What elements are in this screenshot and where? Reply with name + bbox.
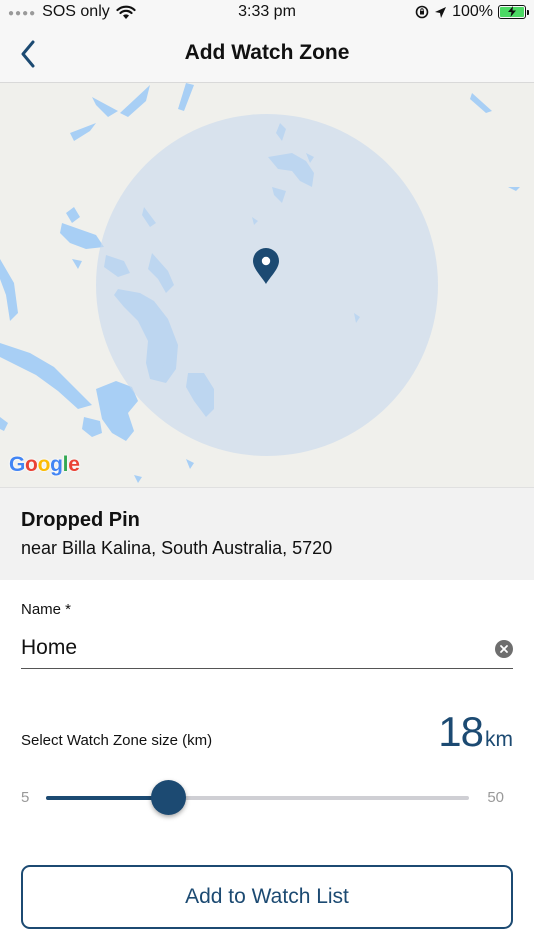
location-subtitle: near Billa Kalina, South Australia, 5720 [21, 538, 333, 558]
map-canvas[interactable] [0, 83, 534, 487]
size-readout: 18 km [438, 708, 513, 756]
zone-size-slider[interactable] [46, 780, 469, 816]
status-bar: ●●●● SOS only 3:33 pm 100% [0, 0, 534, 26]
name-input[interactable] [21, 628, 481, 668]
add-to-watch-list-button[interactable]: Add to Watch List [21, 865, 513, 929]
orientation-lock-icon [415, 5, 429, 19]
page-title: Add Watch Zone [184, 41, 350, 64]
size-label: Select Watch Zone size (km) [21, 732, 213, 749]
battery-charging-icon [498, 5, 529, 19]
size-unit: km [485, 728, 513, 751]
location-panel: Dropped Pin near Billa Kalina, South Aus… [0, 487, 534, 580]
slider-fill [46, 796, 168, 800]
slider-thumb[interactable] [151, 780, 186, 815]
slider-max-label: 50 [487, 789, 504, 806]
size-value: 18 [438, 708, 484, 755]
name-field [21, 628, 513, 669]
map-view[interactable]: Google [0, 83, 534, 487]
watch-zone-circle [96, 114, 438, 456]
status-right: 100% [415, 3, 529, 21]
google-attribution-logo: Google [9, 453, 80, 476]
clear-button[interactable] [495, 640, 513, 658]
battery-percent: 100% [452, 3, 493, 20]
slider-min-label: 5 [21, 789, 30, 806]
clear-circle-icon [500, 645, 508, 653]
location-arrow-icon [435, 6, 447, 18]
name-label: Name * [21, 601, 72, 618]
nav-bar: Add Watch Zone [0, 26, 534, 83]
location-title: Dropped Pin [21, 509, 140, 531]
